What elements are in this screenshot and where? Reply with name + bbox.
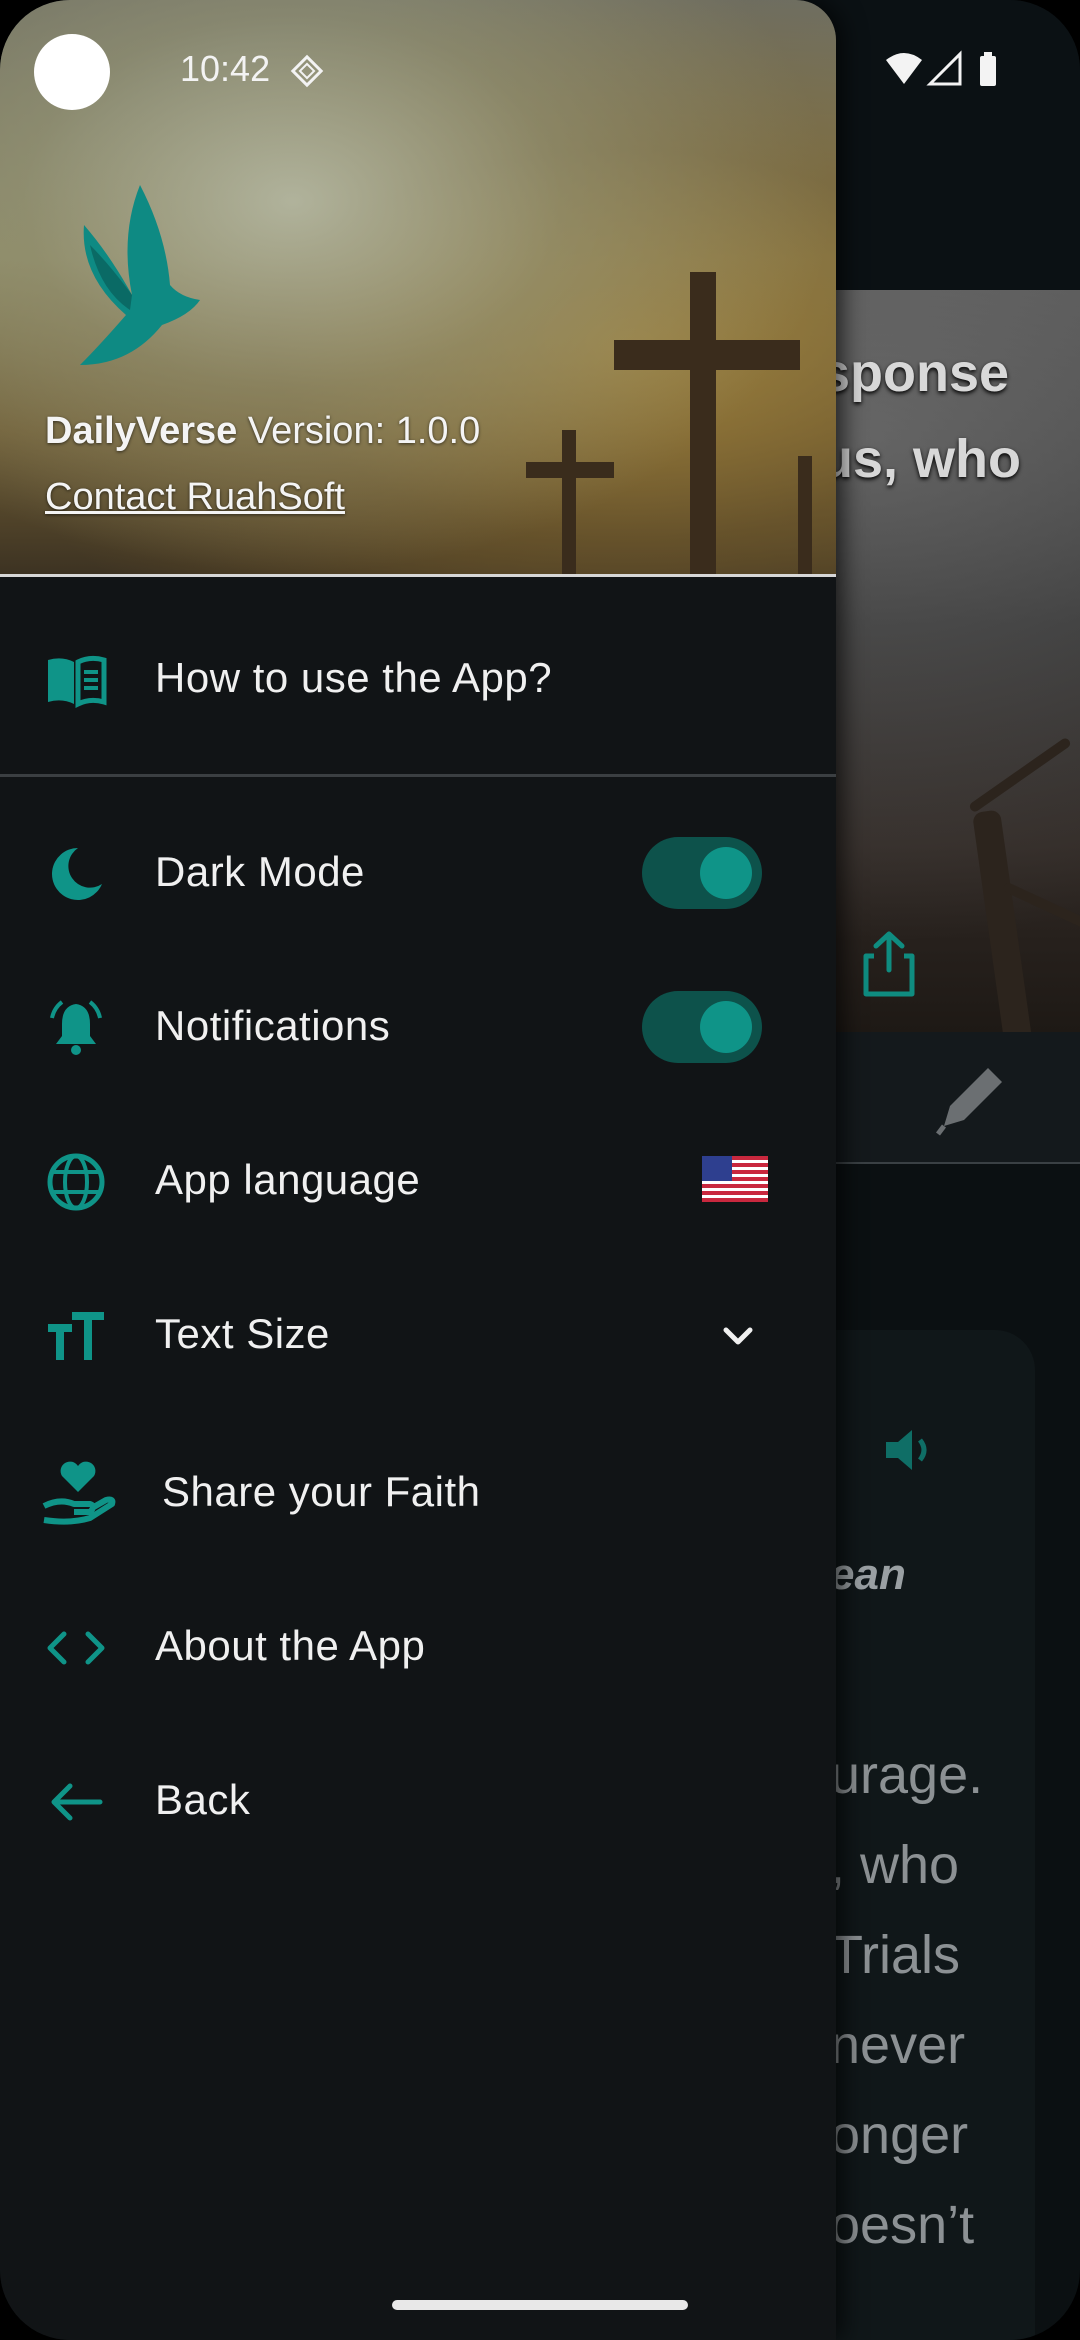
menu-item-label: Text Size — [155, 1310, 330, 1357]
battery-icon — [980, 56, 996, 86]
hero-line: sponse — [820, 343, 1010, 403]
body-line: never — [830, 2015, 966, 2075]
menu-item-label: App language — [155, 1156, 421, 1203]
menu-item-label: Share your Faith — [162, 1468, 481, 1515]
tree-branch — [967, 736, 1073, 814]
status-icons — [886, 50, 996, 86]
notification-icon — [290, 54, 324, 88]
body-line: Trials — [830, 1925, 960, 1985]
background-italic-text: ean — [830, 1550, 906, 1599]
chevron-down-icon[interactable] — [718, 1316, 758, 1356]
body-line: , who — [830, 1835, 960, 1895]
background-hero-text: sponse us, who — [820, 330, 1080, 502]
app-name: DailyVerse — [45, 410, 238, 452]
status-time: 10:42 — [180, 48, 271, 89]
app-version: Version: 1.0.0 — [247, 410, 481, 452]
menu-item-label: Back — [155, 1776, 251, 1823]
status-bar: 10:42 — [0, 0, 1080, 140]
screen: sponse us, who ean urage. , who Trials n… — [0, 0, 1080, 2340]
moon-icon — [52, 848, 102, 900]
cross-image — [562, 430, 576, 576]
navigation-drawer: DailyVerse Version: 1.0.0 Contact RuahSo… — [0, 0, 836, 2340]
home-indicator[interactable] — [392, 2300, 688, 2310]
cross-image — [798, 456, 812, 576]
speaker-icon[interactable] — [880, 1420, 940, 1480]
menu-item-label: Notifications — [155, 1002, 391, 1049]
header-divider — [0, 574, 836, 577]
pen-icon[interactable] — [930, 1060, 1010, 1140]
hero-line: us, who — [820, 429, 1021, 489]
menu-item-share-faith[interactable]: Share your Faith — [0, 1418, 836, 1568]
menu-item-how-to-use[interactable]: How to use the App? — [0, 604, 836, 754]
heart-hand-icon — [42, 1461, 116, 1525]
menu-item-text-size[interactable]: Text Size — [0, 1260, 836, 1410]
app-version-line: DailyVerse Version: 1.0.0 — [45, 410, 480, 453]
toggle-knob — [700, 847, 752, 899]
text-size-icon — [48, 1312, 104, 1360]
background-body-text: urage. , who Trials never onger oesn’t — [830, 1730, 983, 2270]
menu-item-label: Dark Mode — [155, 848, 365, 895]
cross-image — [614, 340, 800, 370]
menu-item-about[interactable]: About the App — [0, 1572, 836, 1722]
menu-item-notifications[interactable]: Notifications — [0, 952, 836, 1102]
globe-icon — [47, 1153, 105, 1211]
menu-item-dark-mode[interactable]: Dark Mode — [0, 798, 836, 948]
toggle-knob — [700, 1001, 752, 1053]
cross-image — [526, 462, 614, 478]
menu-item-app-language[interactable]: App language — [0, 1106, 836, 1256]
dark-mode-toggle[interactable] — [642, 837, 762, 909]
contact-link[interactable]: Contact RuahSoft — [45, 476, 345, 519]
share-icon[interactable] — [860, 930, 918, 998]
cross-image — [690, 272, 716, 576]
menu-divider — [0, 774, 836, 777]
menu-item-label: How to use the App? — [155, 654, 553, 701]
body-line: onger — [830, 2105, 969, 2165]
wifi-icon — [886, 53, 922, 84]
bell-icon — [50, 1000, 102, 1055]
menu-item-back[interactable]: Back — [0, 1726, 836, 1876]
dove-logo-icon — [80, 185, 200, 365]
body-line: urage. — [830, 1745, 984, 1805]
camera-cutout — [34, 34, 110, 110]
us-flag-icon[interactable] — [702, 1156, 768, 1202]
code-icon — [47, 1631, 105, 1665]
notifications-toggle[interactable] — [642, 991, 762, 1063]
signal-icon — [926, 50, 962, 86]
menu-item-label: About the App — [155, 1622, 426, 1669]
arrow-left-icon — [51, 1783, 103, 1821]
body-line: oesn’t — [830, 2195, 975, 2255]
book-icon — [48, 655, 107, 709]
